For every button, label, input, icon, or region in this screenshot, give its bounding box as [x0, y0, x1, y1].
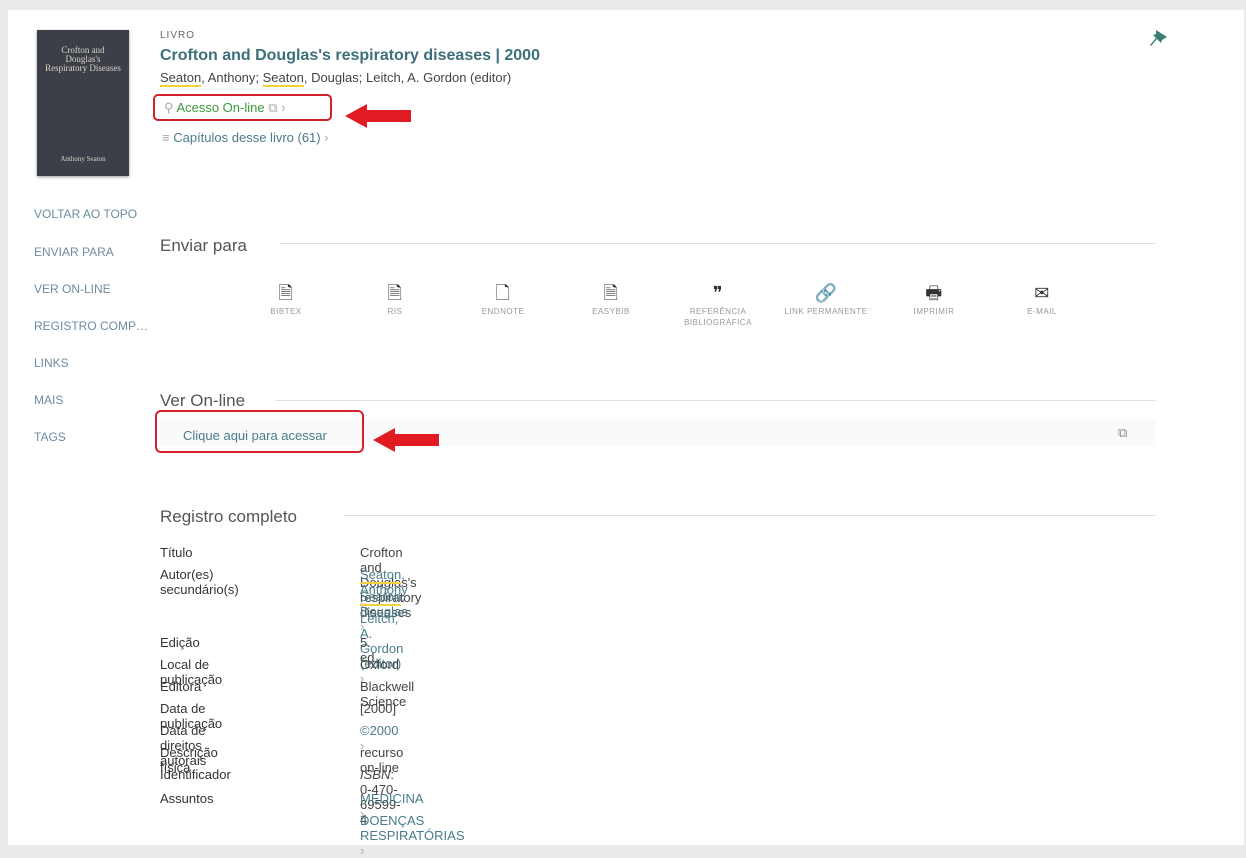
record-title[interactable]: Crofton and Douglas's respiratory diseas…	[160, 47, 540, 65]
link-chain-icon: ⚲	[164, 100, 174, 115]
nav-tags[interactable]: TAGS	[34, 430, 66, 444]
send-permalink[interactable]: 🔗 LINK PERMANENTE	[776, 282, 876, 317]
cover-title: Crofton and Douglas's Respiratory Diseas…	[45, 45, 121, 73]
send-easybib[interactable]: 🗎 EASYBIB	[561, 282, 661, 317]
print-icon: 🖶	[925, 283, 943, 303]
nav-view-online[interactable]: VER ON-LINE	[34, 282, 111, 296]
nav-back-to-top[interactable]: VOLTAR AO TOPO	[34, 207, 137, 221]
field-value: [2000]	[360, 701, 397, 716]
list-icon: ≡	[162, 130, 170, 145]
send-bibtex[interactable]: 🗎 BIBTEX	[236, 282, 336, 317]
nav-more[interactable]: MAIS	[34, 393, 63, 407]
quote-icon: ❞	[712, 283, 724, 303]
author-link[interactable]: Seaton	[160, 70, 202, 87]
divider	[275, 400, 1156, 401]
external-link-icon[interactable]: ⧉	[1118, 425, 1127, 441]
red-arrow-icon	[345, 104, 411, 128]
field-value: Oxford	[360, 657, 400, 672]
online-section-title: Ver On-line	[160, 391, 246, 410]
link-icon: 🔗	[814, 283, 838, 303]
send-section-title: Enviar para	[160, 236, 247, 255]
nav-send-to[interactable]: ENVIAR PARA	[34, 245, 114, 259]
field-label: Editora	[160, 679, 202, 694]
external-link-icon: ⧉	[268, 100, 278, 115]
send-print[interactable]: 🖶 IMPRIMIR	[884, 282, 984, 317]
nav-full-record[interactable]: REGISTRO COMP…	[34, 319, 148, 333]
chevron-right-icon: ›	[360, 843, 365, 858]
chevron-right-icon: ›	[324, 130, 329, 145]
divider	[280, 243, 1156, 244]
record-authors: Seaton, Anthony; Seaton, Douglas; Leitch…	[160, 70, 512, 87]
author-link[interactable]: Seaton	[262, 70, 304, 87]
online-access-link[interactable]: ⚲ Acesso On-line ⧉ ›	[164, 100, 285, 116]
record-type: LIVRO	[160, 30, 196, 41]
book-cover[interactable]: Crofton and Douglas's Respiratory Diseas…	[37, 30, 129, 176]
field-label: Autor(es) secundário(s)	[160, 567, 239, 597]
easybib-icon: 🗎	[603, 283, 619, 303]
ris-icon: 🗎	[387, 283, 403, 303]
field-label: Assuntos	[160, 791, 214, 806]
send-citation[interactable]: ❞ REFERÊNCIA BIBLIOGRÁFICA	[668, 282, 768, 328]
online-access-link-2[interactable]: Clique aqui para acessar	[183, 428, 327, 443]
chapters-link[interactable]: ≡ Capítulos desse livro (61) ›	[162, 130, 329, 145]
send-endnote[interactable]: 🗋 ENDNOTE	[453, 282, 553, 317]
pin-icon[interactable]	[1147, 28, 1169, 50]
red-arrow-icon	[373, 428, 439, 452]
endnote-icon: 🗋	[495, 283, 511, 303]
field-label: Identificador	[160, 767, 231, 782]
nav-links[interactable]: LINKS	[34, 356, 69, 370]
full-record-title: Registro completo	[160, 507, 298, 526]
bibtex-icon: 🗎	[278, 283, 294, 303]
cover-author: Anthony Seaton	[60, 155, 106, 163]
mail-icon: ✉	[1034, 283, 1050, 303]
chevron-right-icon: ›	[281, 100, 286, 115]
field-label: Edição	[160, 635, 200, 650]
divider	[343, 515, 1156, 516]
subject-link[interactable]: DOENÇAS RESPIRATÓRIAS ›	[360, 813, 465, 858]
send-ris[interactable]: 🗎 RIS	[345, 282, 445, 317]
field-label: Título	[160, 545, 193, 560]
send-email[interactable]: ✉ E-MAIL	[992, 282, 1092, 317]
